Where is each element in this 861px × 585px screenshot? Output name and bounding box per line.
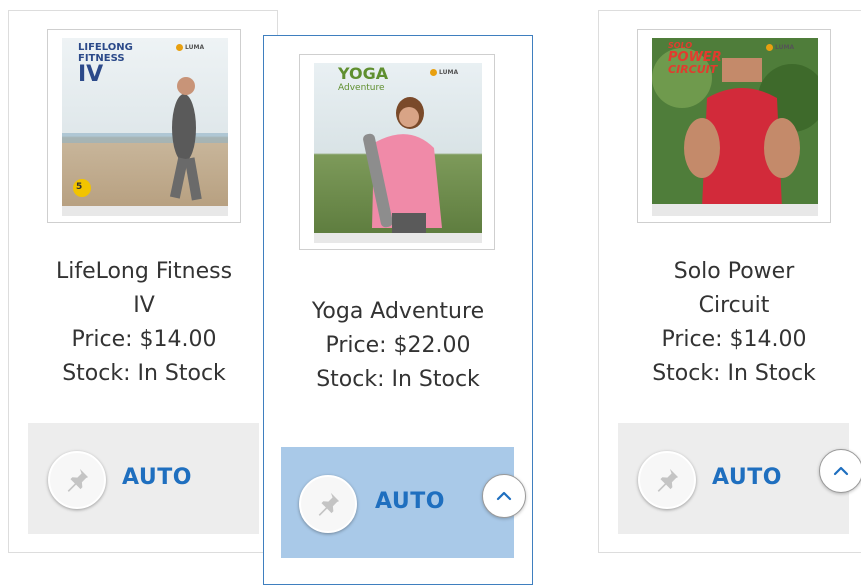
action-bar: AUTO bbox=[618, 423, 849, 534]
product-card-solo-power-circuit[interactable]: SOLO POWER CIRCUIT LUMA Solo Power Circu… bbox=[598, 10, 861, 553]
chevron-up-icon bbox=[833, 466, 849, 476]
product-price: Price: $14.00 bbox=[661, 327, 807, 352]
brand-logo: LUMA bbox=[766, 44, 794, 51]
pushpin-icon bbox=[318, 492, 340, 516]
product-stock: Stock: In Stock bbox=[316, 367, 480, 392]
product-stock: Stock: In Stock bbox=[652, 361, 816, 386]
product-image[interactable]: LIFELONG FITNESS IV LUMA 5 bbox=[47, 29, 241, 223]
pin-button[interactable] bbox=[299, 475, 357, 533]
product-stock: Stock: In Stock bbox=[62, 361, 226, 386]
product-price: Price: $22.00 bbox=[325, 333, 471, 358]
product-name-cont[interactable]: Circuit bbox=[599, 289, 861, 323]
brand-logo: LUMA bbox=[176, 44, 204, 51]
product-name-cont[interactable]: IV bbox=[9, 289, 279, 323]
pushpin-icon bbox=[67, 468, 89, 492]
pin-button[interactable] bbox=[638, 451, 696, 509]
pin-button[interactable] bbox=[48, 451, 106, 509]
collapse-button[interactable] bbox=[482, 474, 526, 518]
product-price: Price: $14.00 bbox=[71, 327, 217, 352]
action-bar: AUTO bbox=[28, 423, 259, 534]
product-card-lifelong-fitness-iv[interactable]: LIFELONG FITNESS IV LUMA 5 LifeLong Fitn… bbox=[8, 10, 278, 553]
cover-title: SOLO POWER CIRCUIT bbox=[668, 41, 722, 76]
pushpin-icon bbox=[657, 468, 679, 492]
product-image[interactable]: YOGA Adventure LUMA bbox=[299, 54, 495, 250]
product-name[interactable]: LifeLong Fitness bbox=[9, 255, 279, 289]
product-info: Solo Power Circuit Price: $14.00 Stock: … bbox=[599, 255, 861, 391]
auto-button[interactable]: AUTO bbox=[375, 489, 445, 514]
cover-title: YOGA Adventure bbox=[338, 64, 389, 94]
cover-badge: 5 bbox=[76, 182, 83, 192]
product-info: LifeLong Fitness IV Price: $14.00 Stock:… bbox=[9, 255, 279, 391]
auto-button[interactable]: AUTO bbox=[712, 465, 782, 490]
collapse-button[interactable] bbox=[819, 449, 861, 493]
action-bar: AUTO bbox=[281, 447, 514, 558]
brand-logo: LUMA bbox=[430, 69, 458, 76]
product-image[interactable]: SOLO POWER CIRCUIT LUMA bbox=[637, 29, 831, 223]
cover-title: LIFELONG FITNESS IV bbox=[78, 42, 133, 87]
auto-button[interactable]: AUTO bbox=[122, 465, 192, 490]
product-name[interactable]: Yoga Adventure bbox=[264, 295, 532, 329]
product-name[interactable]: Solo Power bbox=[599, 255, 861, 289]
chevron-up-icon bbox=[496, 491, 512, 501]
product-card-yoga-adventure[interactable]: YOGA Adventure LUMA Yoga Adventure Price… bbox=[263, 35, 533, 585]
product-info: Yoga Adventure Price: $22.00 Stock: In S… bbox=[264, 295, 532, 397]
